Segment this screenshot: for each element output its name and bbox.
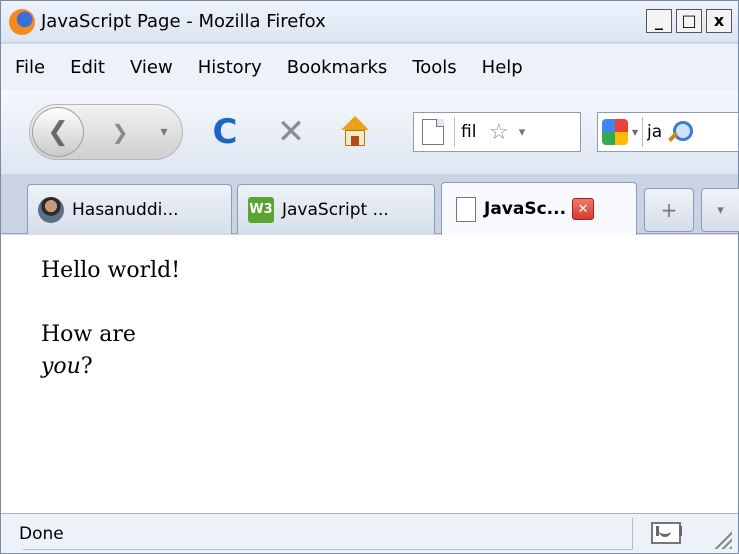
content-text-how-are: How are [41,321,136,347]
avatar-icon [38,196,64,223]
search-separator [642,117,644,147]
home-icon [341,116,369,130]
page-content: Hello world! How are you? [1,235,738,513]
content-text-question-mark: ? [80,353,93,379]
reload-button[interactable]: C [205,112,245,152]
tab-label: Hasanuddi... [72,199,179,220]
chevron-left-icon: ❮ [47,117,69,147]
search-engine-dropdown-icon[interactable]: ▾ [632,125,638,139]
chevron-right-icon: ❯ [111,120,129,144]
address-input[interactable]: fil [461,122,487,142]
firefox-logo-icon [9,9,35,35]
window-title: JavaScript Page - Mozilla Firefox [41,11,326,32]
minimize-button[interactable]: _ [646,9,672,33]
resize-grip-icon[interactable] [714,531,732,549]
content-text-you-italic: you [41,353,81,379]
menu-tools[interactable]: Tools [412,57,456,78]
browser-window: JavaScript Page - Mozilla Firefox _ □ x … [0,0,739,554]
tab-label: JavaScript ... [282,199,389,220]
content-line-how-are: How are you? [41,319,738,383]
menu-bar: File Edit View History Bookmarks Tools H… [1,44,738,90]
close-button[interactable]: x [706,9,732,33]
search-icon[interactable] [665,119,694,145]
plus-icon: + [660,198,678,222]
home-button[interactable] [335,114,375,152]
address-dropdown-icon[interactable]: ▾ [519,125,526,140]
chevron-down-icon: ▾ [160,124,168,140]
tab-label: JavaSc... [484,199,567,219]
menu-edit[interactable]: Edit [70,57,105,78]
page-icon [456,196,476,222]
tab-javascript[interactable]: W3 JavaScript ... [237,184,435,234]
tab-close-icon[interactable]: ✕ [572,198,595,220]
menu-bookmarks[interactable]: Bookmarks [287,57,388,78]
menu-help[interactable]: Help [482,57,523,78]
menu-file[interactable]: File [15,57,45,78]
google-search-engine-icon[interactable] [602,119,628,145]
tab-javascript-page-active[interactable]: JavaSc... ✕ [441,182,637,235]
address-separator [454,117,455,147]
w3c-icon: W3 [248,196,274,223]
list-all-tabs-button[interactable]: ▾ [701,188,739,232]
stop-button[interactable]: ✕ [271,112,311,152]
menu-view[interactable]: View [130,57,173,78]
site-identity-icon[interactable] [422,119,444,145]
menu-history[interactable]: History [198,57,262,78]
status-text: Done [19,524,64,544]
maximize-button[interactable]: □ [676,9,702,33]
history-dropdown-button[interactable]: ▾ [154,119,174,145]
gmail-notifier-icon[interactable] [651,522,682,544]
back-button[interactable]: ❮ [32,107,84,157]
new-tab-button[interactable]: + [644,188,694,232]
status-pane [23,518,633,550]
back-forward-group: ❮ ❯ ▾ [29,104,183,160]
tab-strip: Hasanuddi... W3 JavaScript ... JavaSc...… [1,174,739,235]
title-bar: JavaScript Page - Mozilla Firefox _ □ x [1,1,738,43]
search-input[interactable]: ja [647,122,665,142]
window-controls: _ □ x [646,9,732,33]
home-icon-door [351,136,359,146]
forward-button[interactable]: ❯ [100,117,140,147]
search-bar[interactable]: ▾ ja [597,112,739,152]
navigation-toolbar: ❮ ❯ ▾ C ✕ fil ☆ ▾ ▾ ja [1,90,739,174]
bookmark-star-icon[interactable]: ☆ [489,120,509,145]
reload-icon: C [212,112,238,152]
chevron-down-icon: ▾ [717,202,724,218]
address-bar[interactable]: fil ☆ ▾ [413,112,581,152]
status-bar: Done [1,513,738,553]
tab-hasanuddin[interactable]: Hasanuddi... [27,184,232,234]
content-line-hello: Hello world! [41,258,181,283]
stop-icon: ✕ [276,112,306,152]
